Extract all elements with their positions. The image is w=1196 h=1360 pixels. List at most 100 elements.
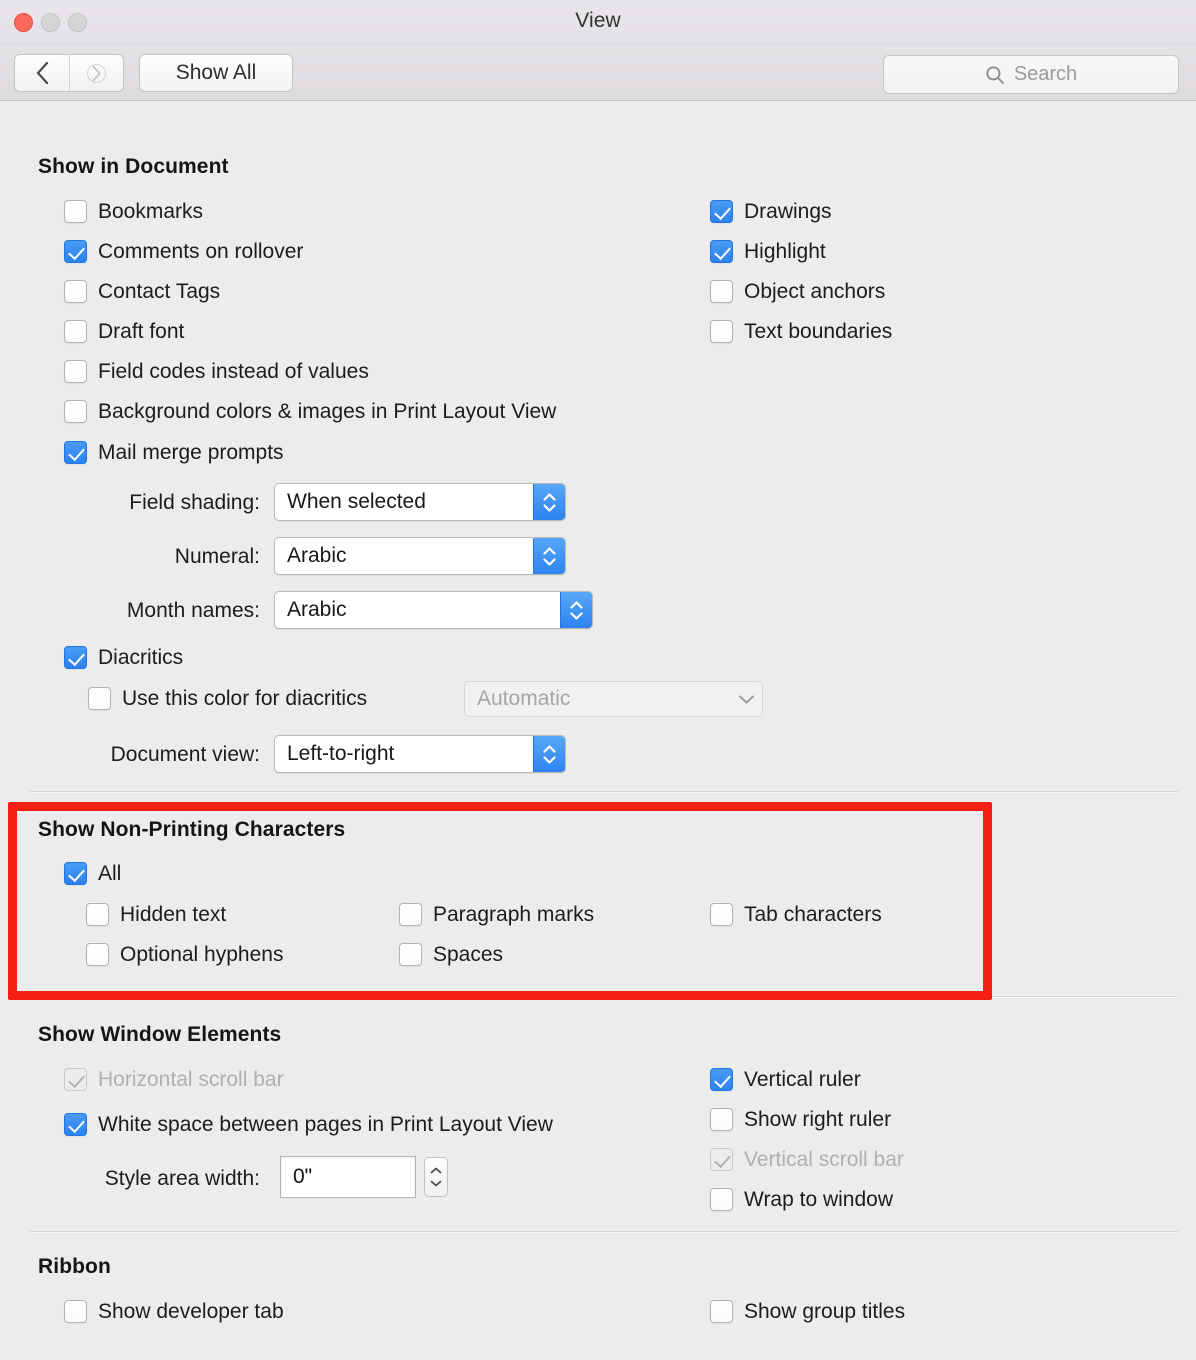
checkbox-label: Paragraph marks: [433, 903, 595, 926]
popup-numeral[interactable]: Arabic: [274, 537, 566, 575]
label-month-names: Month names:: [126, 599, 260, 622]
checkbox-background-colors-and-images[interactable]: [64, 400, 87, 423]
checkbox-row-highlight[interactable]: Highlight: [710, 240, 826, 263]
checkbox-row-use-this-color-for-diacritics[interactable]: Use this color for diacritics: [88, 687, 367, 710]
checkbox-row-diacritics[interactable]: Diacritics: [64, 646, 183, 669]
checkbox-row-mail-merge-prompts[interactable]: Mail merge prompts: [64, 441, 284, 464]
checkbox-drawings[interactable]: [710, 200, 733, 223]
checkbox-row-hidden-text[interactable]: Hidden text: [86, 903, 226, 926]
checkbox-paragraph-marks[interactable]: [399, 903, 422, 926]
popup-value: Automatic: [477, 687, 571, 710]
popup-value: When selected: [287, 490, 426, 513]
checkbox-contact-tags[interactable]: [64, 280, 87, 303]
checkbox-label: Show developer tab: [98, 1300, 284, 1323]
checkbox-row-all[interactable]: All: [64, 862, 121, 885]
input-style-area-width[interactable]: 0": [280, 1156, 416, 1198]
checkbox-label: Draft font: [98, 320, 185, 343]
checkbox-comments-on-rollover[interactable]: [64, 240, 87, 263]
checkbox-label: Wrap to window: [744, 1188, 894, 1211]
checkbox-label: Text boundaries: [744, 320, 893, 343]
stepper-style-area-width[interactable]: [424, 1157, 448, 1197]
checkbox-tab-characters[interactable]: [710, 903, 733, 926]
checkbox-optional-hyphens[interactable]: [86, 943, 109, 966]
checkbox-label: Optional hyphens: [120, 943, 284, 966]
checkbox-row-bookmarks[interactable]: Bookmarks: [64, 200, 203, 223]
navigation-buttons: [14, 54, 124, 92]
checkbox-row-draft-font[interactable]: Draft font: [64, 320, 184, 343]
checkbox-label: White space between pages in Print Layou…: [98, 1113, 553, 1136]
checkbox-row-comments-on-rollover[interactable]: Comments on rollover: [64, 240, 303, 263]
checkbox-row-show-developer-tab[interactable]: Show developer tab: [64, 1300, 284, 1323]
section-divider: [30, 791, 1178, 792]
checkbox-use-this-color-for-diacritics[interactable]: [88, 687, 111, 710]
section-title-show-non-printing-characters: Show Non-Printing Characters: [38, 818, 346, 841]
search-field[interactable]: Search: [883, 55, 1179, 94]
search-icon: [986, 65, 1004, 84]
checkbox-row-contact-tags[interactable]: Contact Tags: [64, 280, 220, 303]
popup-diacritics-color[interactable]: Automatic: [464, 681, 763, 717]
checkbox-row-object-anchors[interactable]: Object anchors: [710, 280, 885, 303]
checkbox-spaces[interactable]: [399, 943, 422, 966]
checkbox-row-paragraph-marks[interactable]: Paragraph marks: [399, 903, 594, 926]
checkbox-field-codes-instead-of-values[interactable]: [64, 360, 87, 383]
popup-document-view[interactable]: Left-to-right: [274, 735, 566, 773]
checkbox-row-wrap-to-window[interactable]: Wrap to window: [710, 1188, 893, 1211]
checkbox-label: Hidden text: [120, 903, 227, 926]
checkbox-row-show-group-titles[interactable]: Show group titles: [710, 1300, 905, 1323]
toolbar: Show All Search: [0, 44, 1196, 101]
checkbox-mail-merge-prompts[interactable]: [64, 441, 87, 464]
window-title: View: [575, 9, 621, 32]
checkbox-row-optional-hyphens[interactable]: Optional hyphens: [86, 943, 283, 966]
chevron-down-icon: [430, 1180, 442, 1187]
popup-field-shading[interactable]: When selected: [274, 483, 566, 521]
checkbox-draft-font[interactable]: [64, 320, 87, 343]
popup-value: Left-to-right: [287, 742, 395, 765]
checkbox-label: Show group titles: [744, 1300, 906, 1323]
checkbox-text-boundaries[interactable]: [710, 320, 733, 343]
checkbox-label: Bookmarks: [98, 200, 204, 223]
forward-button[interactable]: [69, 55, 123, 91]
checkbox-label: Horizontal scroll bar: [98, 1068, 284, 1091]
chevron-right-icon: [87, 63, 106, 83]
checkbox-row-white-space-between-pages[interactable]: White space between pages in Print Layou…: [64, 1113, 553, 1136]
checkbox-row-field-codes[interactable]: Field codes instead of values: [64, 360, 369, 383]
checkbox-label: Contact Tags: [98, 280, 221, 303]
popup-value: Arabic: [287, 598, 347, 621]
popup-month-names[interactable]: Arabic: [274, 591, 593, 629]
chevron-updown-icon: [533, 736, 565, 772]
checkbox-row-background-colors[interactable]: Background colors & images in Print Layo…: [64, 400, 556, 423]
checkbox-show-right-ruler[interactable]: [710, 1108, 733, 1131]
label-field-shading: Field shading:: [129, 491, 260, 514]
checkbox-object-anchors[interactable]: [710, 280, 733, 303]
checkbox-show-group-titles[interactable]: [710, 1300, 733, 1323]
checkbox-row-show-right-ruler[interactable]: Show right ruler: [710, 1108, 891, 1131]
checkbox-highlight[interactable]: [710, 240, 733, 263]
chevron-updown-icon: [533, 538, 565, 574]
checkbox-label: Vertical scroll bar: [744, 1148, 904, 1171]
checkbox-label: Field codes instead of values: [98, 360, 369, 383]
checkbox-row-text-boundaries[interactable]: Text boundaries: [710, 320, 892, 343]
checkbox-vertical-ruler[interactable]: [710, 1068, 733, 1091]
popup-value: Arabic: [287, 544, 347, 567]
checkbox-horizontal-scroll-bar: [64, 1068, 87, 1091]
checkbox-wrap-to-window[interactable]: [710, 1188, 733, 1211]
section-title-show-window-elements: Show Window Elements: [38, 1023, 282, 1046]
back-button[interactable]: [15, 55, 69, 91]
checkbox-row-drawings[interactable]: Drawings: [710, 200, 832, 223]
window-titlebar: View: [0, 0, 1196, 44]
checkbox-label: Mail merge prompts: [98, 441, 284, 464]
checkbox-bookmarks[interactable]: [64, 200, 87, 223]
checkbox-all[interactable]: [64, 862, 87, 885]
checkbox-show-developer-tab[interactable]: [64, 1300, 87, 1323]
checkbox-row-spaces[interactable]: Spaces: [399, 943, 503, 966]
checkbox-hidden-text[interactable]: [86, 903, 109, 926]
checkbox-row-tab-characters[interactable]: Tab characters: [710, 903, 882, 926]
show-all-button[interactable]: Show All: [139, 54, 293, 92]
checkbox-row-vertical-scroll-bar: Vertical scroll bar: [710, 1148, 904, 1171]
section-title-ribbon: Ribbon: [38, 1255, 111, 1278]
chevron-down-icon: [730, 694, 762, 705]
section-title-show-in-document: Show in Document: [38, 155, 229, 178]
checkbox-diacritics[interactable]: [64, 646, 87, 669]
checkbox-white-space-between-pages[interactable]: [64, 1113, 87, 1136]
checkbox-row-vertical-ruler[interactable]: Vertical ruler: [710, 1068, 861, 1091]
